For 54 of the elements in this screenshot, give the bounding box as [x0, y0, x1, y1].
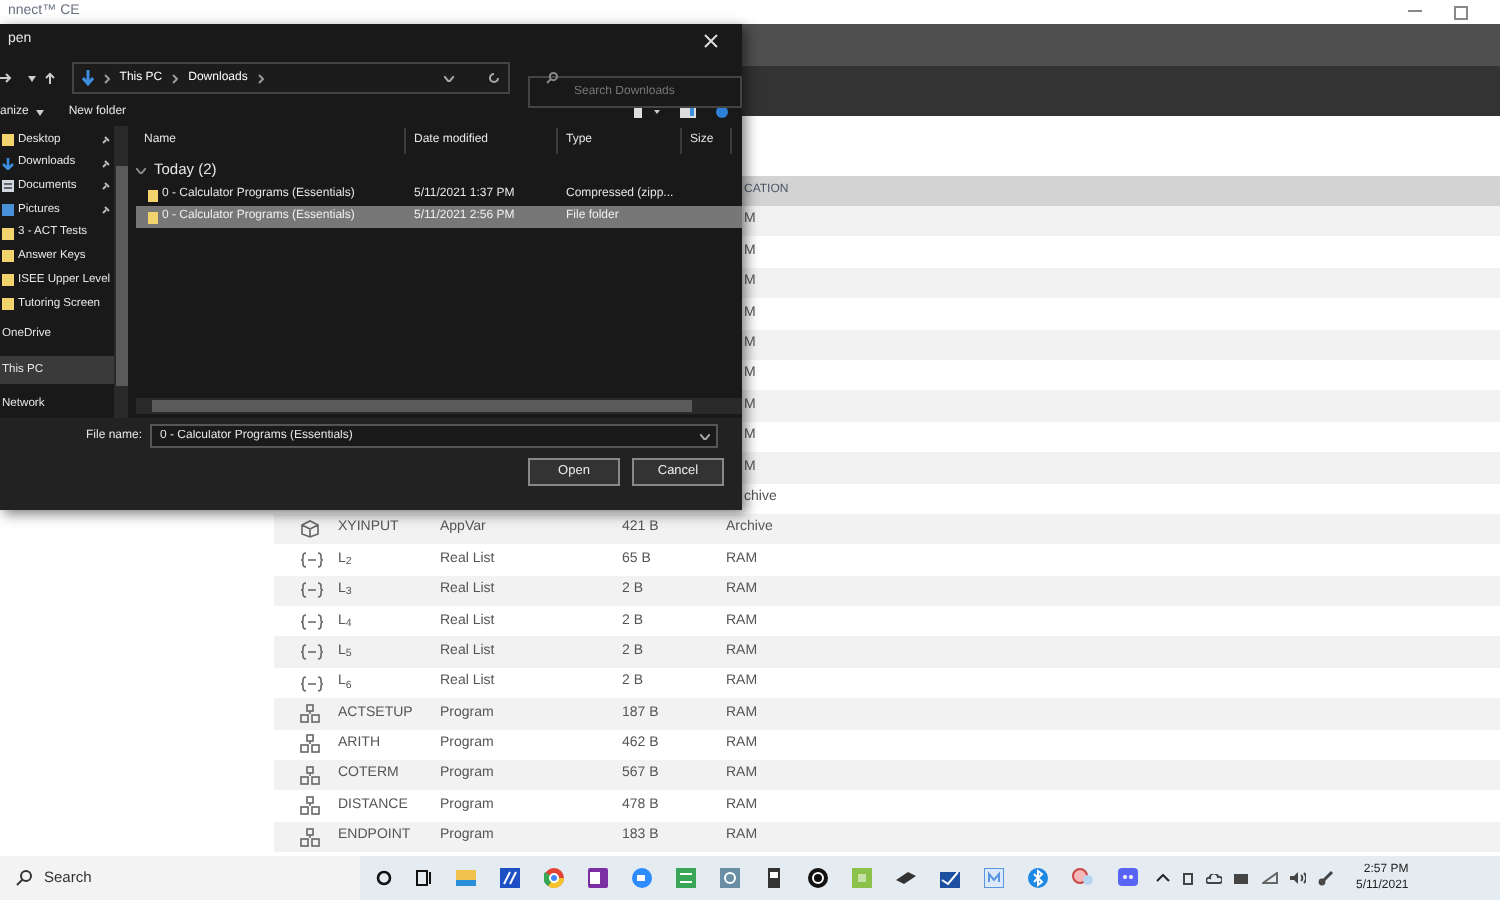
- scrollbar[interactable]: [114, 126, 128, 418]
- hierarchy-icon: [300, 827, 320, 847]
- picture-icon: [2, 204, 14, 217]
- folder-icon: [2, 133, 14, 146]
- box-icon: [300, 520, 320, 539]
- task-view-icon[interactable]: [416, 870, 432, 886]
- chevron-icon: [172, 73, 179, 83]
- tray-icon[interactable]: [1182, 871, 1194, 885]
- app-icon[interactable]: [500, 868, 520, 888]
- help-icon[interactable]: [716, 106, 728, 118]
- chevron-up-icon[interactable]: [1156, 874, 1170, 882]
- braces-icon: [300, 613, 324, 630]
- close-icon[interactable]: [704, 34, 718, 48]
- ring-icon[interactable]: [544, 868, 564, 888]
- camera-icon[interactable]: [632, 868, 652, 888]
- braces-icon: [300, 644, 324, 661]
- app-icon[interactable]: [764, 868, 784, 888]
- scrollbar-thumb[interactable]: [152, 400, 692, 412]
- view-options-icon[interactable]: [634, 107, 662, 117]
- hierarchy-icon: [300, 734, 320, 755]
- hierarchy-icon: [300, 765, 320, 786]
- braces-icon: [300, 551, 324, 568]
- document-icon: [2, 180, 14, 193]
- circle-icon[interactable]: [376, 870, 392, 886]
- device-icon[interactable]: [896, 870, 916, 886]
- up-arrow-icon[interactable]: [43, 72, 56, 84]
- braces-icon: [300, 582, 324, 599]
- chevron-icon: [103, 73, 110, 83]
- bluetooth-icon[interactable]: [1028, 868, 1048, 888]
- notebook-icon[interactable]: [588, 868, 608, 888]
- minimize-icon[interactable]: [1408, 10, 1422, 14]
- download-icon: [81, 70, 94, 86]
- forward-arrow-icon[interactable]: [0, 72, 12, 84]
- cloud-icon[interactable]: [1206, 873, 1222, 883]
- chat-icon[interactable]: [1118, 868, 1138, 888]
- collapse-caret-icon[interactable]: [136, 167, 146, 173]
- caret-icon: [36, 109, 45, 115]
- refresh-icon[interactable]: [488, 72, 500, 84]
- hierarchy-icon: [300, 703, 320, 724]
- gear-icon[interactable]: [720, 868, 740, 888]
- scrollbar-thumb[interactable]: [115, 166, 127, 386]
- hierarchy-icon: [300, 796, 320, 817]
- battery-icon[interactable]: [1234, 873, 1250, 883]
- dropdown-caret-icon[interactable]: [444, 75, 454, 81]
- search-icon: [546, 72, 558, 84]
- horizontal-scrollbar[interactable]: [136, 398, 742, 414]
- download-icon: [2, 157, 14, 170]
- maximize-icon[interactable]: [1454, 5, 1468, 19]
- caret-icon[interactable]: [27, 75, 36, 81]
- speaker-icon[interactable]: [1290, 872, 1306, 884]
- braces-icon: [300, 675, 324, 692]
- chevron-icon: [257, 73, 264, 83]
- dropdown-caret-icon[interactable]: [700, 433, 710, 439]
- search-icon: [16, 870, 32, 886]
